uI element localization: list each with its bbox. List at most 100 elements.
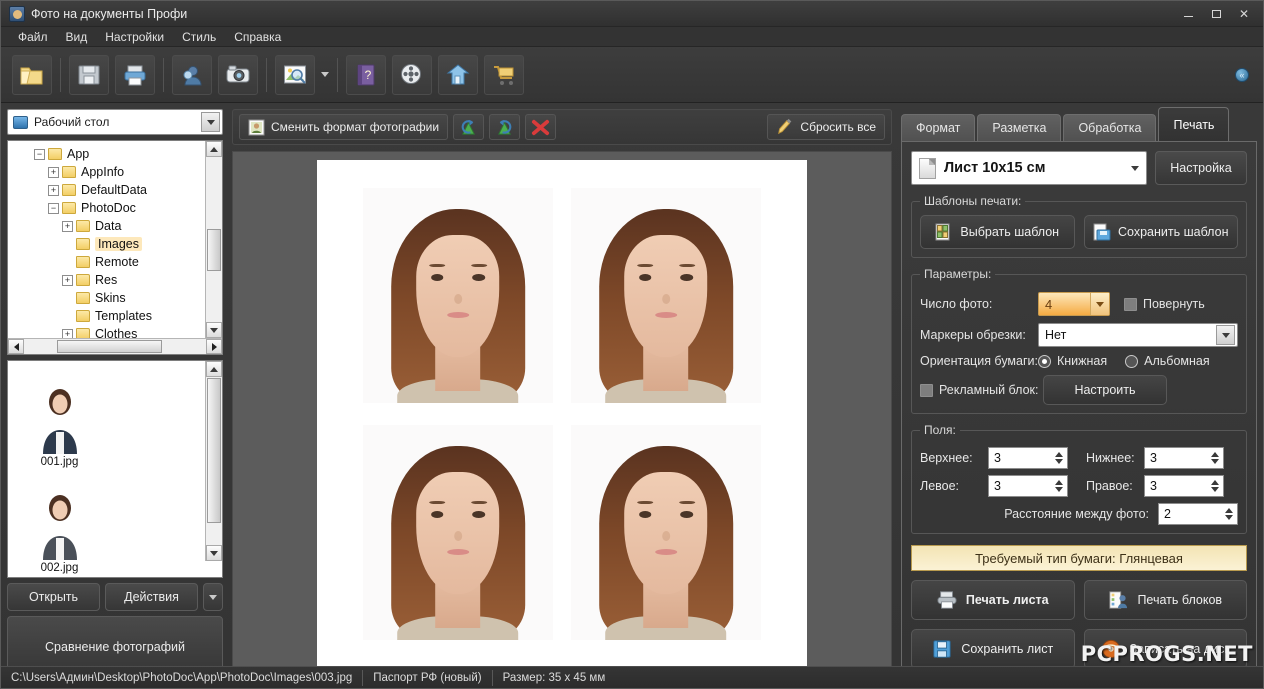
tree-node[interactable]: − PhotoDoc (8, 199, 205, 217)
margin-top-input[interactable]: 3 (988, 447, 1068, 469)
tree-vertical-scrollbar[interactable] (205, 141, 222, 338)
photo-count-combo[interactable]: 4 (1038, 292, 1110, 316)
image-search-dropdown[interactable] (318, 55, 332, 95)
choose-template-button[interactable]: Выбрать шаблон (920, 215, 1075, 249)
tree-node[interactable]: Images (8, 235, 205, 253)
maximize-button[interactable] (1203, 4, 1229, 24)
print-button[interactable] (115, 54, 155, 95)
print-blocks-button[interactable]: Печать блоков (1083, 580, 1247, 620)
chevron-down-icon[interactable] (201, 112, 220, 132)
list-item[interactable]: 002.jpg (13, 473, 106, 577)
scroll-thumb[interactable] (207, 229, 221, 271)
tree-node[interactable]: + Res (8, 271, 205, 289)
tree-expander[interactable]: + (48, 184, 59, 196)
tree-node[interactable]: − App (8, 145, 205, 163)
save-sheet-button[interactable]: Сохранить лист (911, 629, 1075, 669)
menu-settings[interactable]: Настройки (96, 28, 173, 46)
tree-node[interactable]: + AppInfo (8, 163, 205, 181)
person-button[interactable] (172, 54, 212, 95)
scroll-up-button[interactable] (206, 361, 222, 377)
close-button[interactable]: ✕ (1231, 4, 1257, 24)
rotate-left-button[interactable] (453, 114, 485, 140)
passport-photo[interactable] (363, 188, 553, 403)
actions-button[interactable]: Действия (105, 583, 198, 611)
tree-node[interactable]: Remote (8, 253, 205, 271)
spinner-arrows[interactable] (1207, 476, 1223, 496)
orientation-landscape-radio[interactable] (1125, 354, 1139, 368)
tree-node[interactable]: + Clothes (8, 325, 205, 338)
tree-expander[interactable]: + (62, 274, 73, 286)
margin-bottom-input[interactable]: 3 (1144, 447, 1224, 469)
tree-node[interactable]: Templates (8, 307, 205, 325)
collapse-panel-icon[interactable]: « (1235, 67, 1249, 82)
tab-format[interactable]: Формат (901, 114, 976, 141)
tree-node[interactable]: + Data (8, 217, 205, 235)
delete-photo-button[interactable] (525, 114, 557, 140)
open-folder-button[interactable] (12, 54, 52, 95)
folder-path-combo[interactable]: Рабочий стол (7, 109, 223, 135)
minimize-button[interactable] (1175, 4, 1201, 24)
tree-expander[interactable]: − (34, 148, 45, 160)
sheet-size-select[interactable]: Лист 10x15 см (911, 151, 1147, 185)
scroll-thumb[interactable] (207, 378, 221, 523)
thumbnail-browser[interactable]: 001.jpg002.jpg003.jpg6.jpg (7, 360, 223, 578)
tab-print[interactable]: Печать (1158, 107, 1230, 141)
crop-markers-select[interactable]: Нет (1038, 323, 1238, 347)
scroll-left-button[interactable] (8, 339, 24, 354)
chevron-down-icon[interactable] (1125, 155, 1144, 181)
tab-layout[interactable]: Разметка (977, 114, 1062, 141)
ad-block-configure-button[interactable]: Настроить (1043, 375, 1167, 405)
passport-photo[interactable] (363, 425, 553, 640)
scroll-down-button[interactable] (206, 545, 222, 561)
actions-dropdown-icon[interactable] (203, 583, 223, 611)
tree-expander[interactable]: + (62, 220, 73, 232)
rotate-checkbox[interactable] (1124, 297, 1137, 311)
rotate-right-button[interactable] (489, 114, 521, 140)
film-reel-button[interactable] (392, 54, 432, 95)
change-format-button[interactable]: Сменить формат фотографии (239, 114, 449, 140)
tree-horizontal-scrollbar[interactable] (8, 338, 222, 354)
spinner-arrows[interactable] (1221, 504, 1237, 524)
menu-style[interactable]: Стиль (173, 28, 225, 46)
photo-spacing-input[interactable]: 2 (1158, 503, 1238, 525)
menu-help[interactable]: Справка (225, 28, 290, 46)
ad-block-checkbox[interactable] (920, 383, 933, 397)
folder-tree[interactable]: − App + AppInfo + DefaultData − PhotoDoc + Data Im… (7, 140, 223, 355)
print-sheet-button[interactable]: Печать листа (911, 580, 1075, 620)
save-button[interactable] (69, 54, 109, 95)
menu-view[interactable]: Вид (57, 28, 97, 46)
spinner-arrows[interactable] (1207, 448, 1223, 468)
tree-node[interactable]: + DefaultData (8, 181, 205, 199)
help-button[interactable]: ? (346, 54, 386, 95)
list-item[interactable]: 001.jpg (13, 367, 106, 471)
tree-node[interactable]: Skins (8, 289, 205, 307)
tree-expander[interactable]: + (48, 166, 59, 178)
margin-right-input[interactable]: 3 (1144, 475, 1224, 497)
camera-button[interactable] (218, 54, 258, 95)
scroll-up-button[interactable] (206, 141, 222, 157)
save-template-button[interactable]: Сохранить шаблон (1083, 215, 1238, 249)
print-preview-canvas[interactable] (232, 151, 892, 677)
reset-all-button[interactable]: Сбросить все (767, 114, 885, 140)
open-button[interactable]: Открыть (7, 583, 100, 611)
tree-expander[interactable]: + (62, 328, 73, 338)
settings-button[interactable]: Настройка (1155, 151, 1247, 185)
chevron-down-icon[interactable] (1090, 293, 1109, 315)
scroll-down-button[interactable] (206, 322, 222, 338)
spinner-arrows[interactable] (1051, 476, 1067, 496)
margin-left-input[interactable]: 3 (988, 475, 1068, 497)
home-button[interactable] (438, 54, 478, 95)
hscroll-thumb[interactable] (57, 340, 162, 353)
passport-photo[interactable] (571, 188, 761, 403)
menu-file[interactable]: Файл (9, 28, 57, 46)
tab-processing[interactable]: Обработка (1063, 114, 1157, 141)
tree-expander[interactable]: − (48, 202, 59, 214)
cart-button[interactable] (484, 54, 524, 95)
image-search-button[interactable] (275, 54, 315, 95)
scroll-right-button[interactable] (206, 339, 222, 354)
spinner-arrows[interactable] (1051, 448, 1067, 468)
passport-photo[interactable] (571, 425, 761, 640)
chevron-down-icon[interactable] (1216, 325, 1235, 345)
orientation-portrait-radio[interactable] (1038, 354, 1051, 368)
thumbs-vertical-scrollbar[interactable] (205, 361, 222, 561)
